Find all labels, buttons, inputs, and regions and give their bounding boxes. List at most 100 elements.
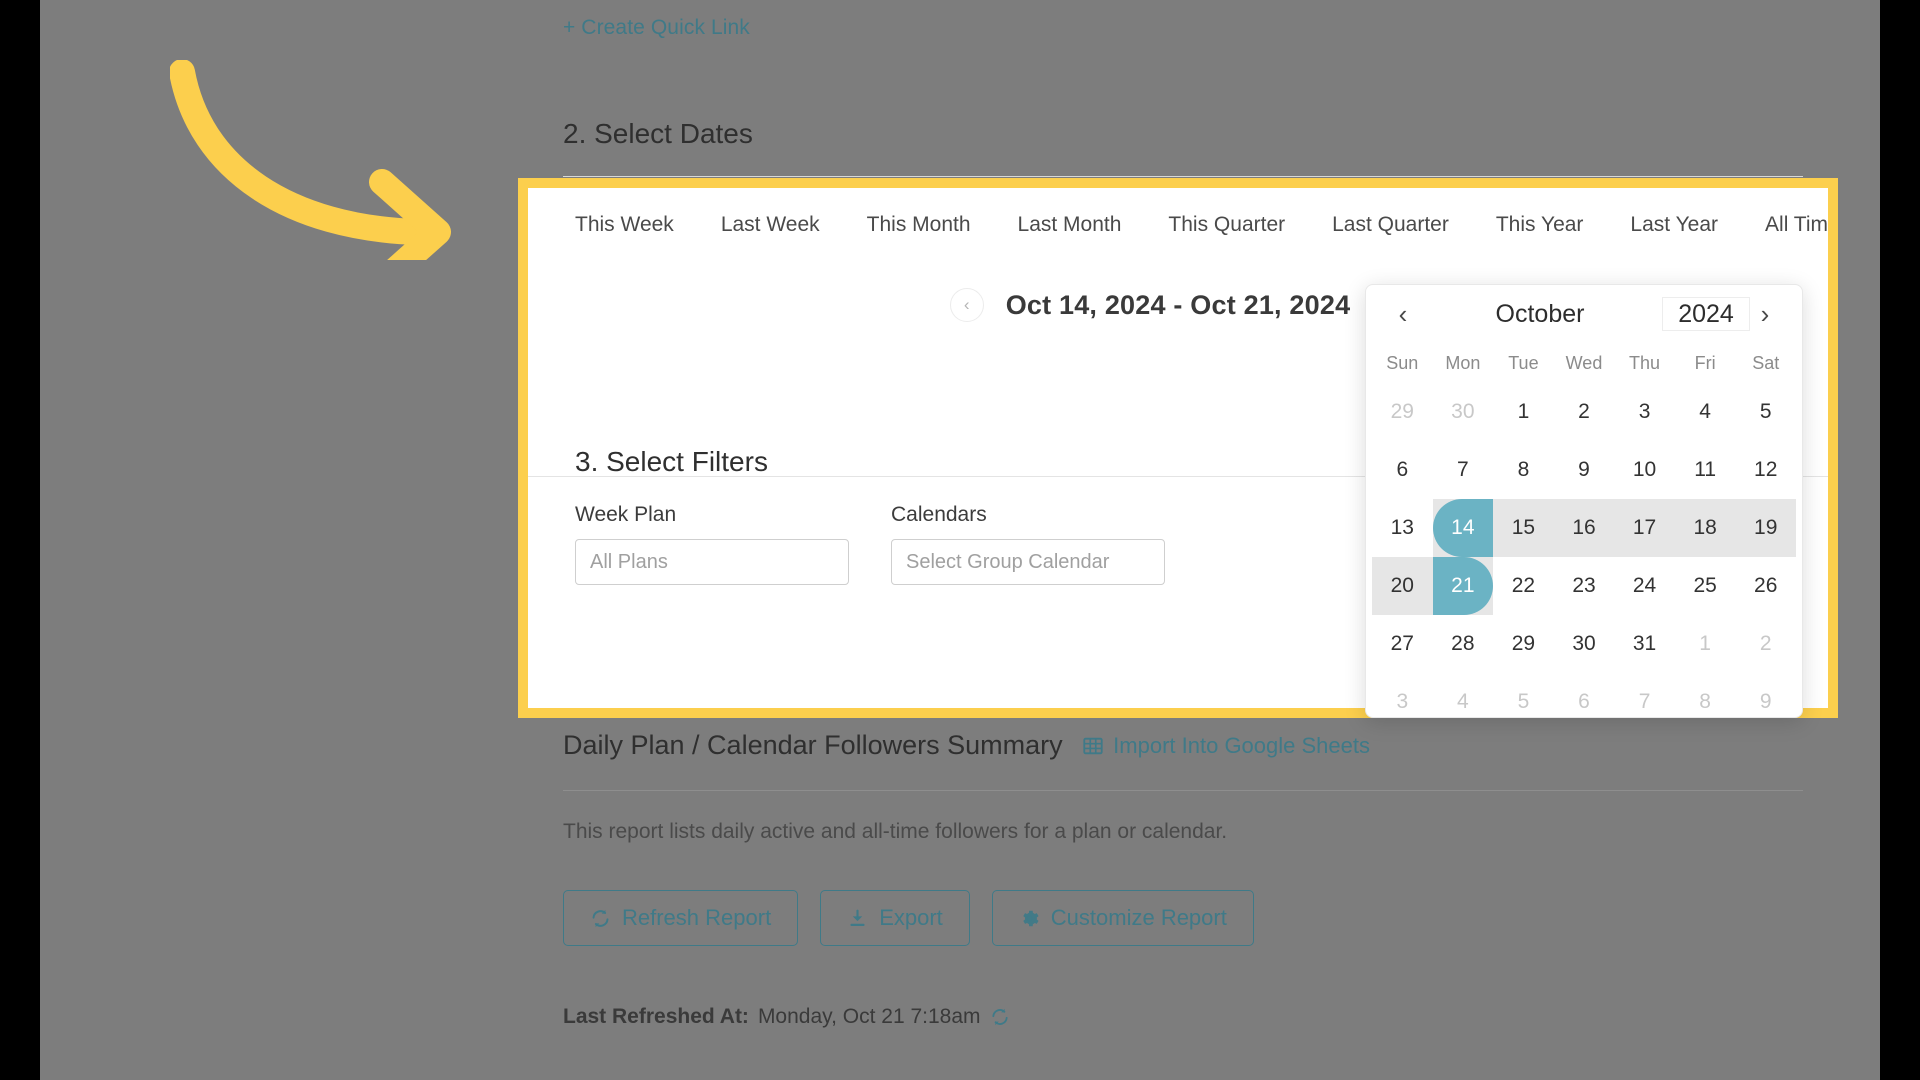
day-number[interactable]: 8 [1675,673,1736,717]
day-number[interactable]: 1 [1675,615,1736,673]
day-cell: 15 [1493,499,1554,557]
day-cell: 13 [1372,499,1433,557]
day-number[interactable]: 5 [1735,383,1796,441]
day-cell: 10 [1614,441,1675,499]
calendars-label: Calendars [891,503,987,526]
day-number[interactable]: 23 [1554,557,1615,615]
day-number[interactable]: 7 [1614,673,1675,717]
day-cell: 30 [1433,383,1494,441]
create-quick-link[interactable]: + Create Quick Link [563,16,750,40]
day-number[interactable]: 18 [1675,499,1736,557]
day-number[interactable]: 12 [1735,441,1796,499]
tab-last-year[interactable]: Last Year [1630,213,1718,237]
day-cell: 4 [1675,383,1736,441]
day-number[interactable]: 1 [1493,383,1554,441]
import-google-sheets-link[interactable]: Import Into Google Sheets [1082,733,1370,759]
day-number[interactable]: 9 [1735,673,1796,717]
weekday-sat: Sat [1752,352,1780,373]
day-number[interactable]: 11 [1675,441,1736,499]
chevron-left-icon[interactable]: ‹ [949,288,984,322]
weekday-sun: Sun [1386,352,1419,373]
day-number[interactable]: 9 [1554,441,1615,499]
tab-this-year[interactable]: This Year [1496,213,1584,237]
weekday-wed: Wed [1565,352,1603,373]
day-number[interactable]: 3 [1372,673,1433,717]
day-number[interactable]: 25 [1675,557,1736,615]
export-button[interactable]: Export [820,890,970,946]
day-number[interactable]: 14 [1433,499,1494,557]
next-month-chevron-right-icon[interactable]: › [1750,299,1780,329]
day-number[interactable]: 16 [1554,499,1615,557]
day-number[interactable]: 13 [1372,499,1433,557]
day-number[interactable]: 3 [1614,383,1675,441]
weekday-mon: Mon [1445,352,1481,373]
calendars-field: Calendars Select Group Calendar [891,503,1165,585]
day-number[interactable]: 4 [1433,673,1494,717]
day-cell: 23 [1554,557,1615,615]
day-number[interactable]: 8 [1493,441,1554,499]
tab-last-quarter[interactable]: Last Quarter [1332,213,1449,237]
day-number[interactable]: 2 [1735,615,1796,673]
day-number[interactable]: 6 [1372,441,1433,499]
customize-report-button[interactable]: Customize Report [991,890,1254,946]
refresh-report-button[interactable]: Refresh Report [563,890,799,946]
last-refreshed-label: Last Refreshed At: [563,1005,749,1028]
table-grid-icon [1082,735,1104,757]
day-number[interactable]: 31 [1614,615,1675,673]
day-number[interactable]: 29 [1372,383,1433,441]
day-number[interactable]: 24 [1614,557,1675,615]
refresh-icon[interactable] [990,1007,1010,1027]
day-number[interactable]: 15 [1493,499,1554,557]
day-number[interactable]: 19 [1735,499,1796,557]
day-number[interactable]: 29 [1493,615,1554,673]
day-number[interactable]: 20 [1372,557,1433,615]
tab-this-quarter[interactable]: This Quarter [1168,213,1285,237]
week-plan-label: Week Plan [575,503,677,526]
day-cell: 5 [1735,383,1796,441]
day-number[interactable]: 22 [1493,557,1554,615]
tab-this-week[interactable]: This Week [575,213,674,237]
calendars-input[interactable]: Select Group Calendar [891,539,1165,585]
tab-this-month[interactable]: This Month [867,213,971,237]
date-picker-year-input[interactable] [1662,297,1750,331]
select-dates-heading: 2. Select Dates [563,118,753,149]
day-cell: 12 [1735,441,1796,499]
customize-report-label: Customize Report [1050,905,1227,930]
prev-month-chevron-left-icon[interactable]: ‹ [1388,299,1418,329]
day-number[interactable]: 5 [1493,673,1554,717]
day-number[interactable]: 28 [1433,615,1494,673]
day-number[interactable]: 30 [1554,615,1615,673]
report-action-buttons: Refresh Report Export Customize Report [563,890,1254,946]
day-cell: 2 [1554,383,1615,441]
tab-all-time[interactable]: All Time [1765,213,1828,237]
day-cell: 9 [1735,673,1796,717]
date-picker-header: ‹ October › [1372,285,1796,343]
day-cell: 2 [1735,615,1796,673]
day-number[interactable]: 4 [1675,383,1736,441]
date-picker-month: October [1495,299,1585,328]
day-number[interactable]: 6 [1554,673,1615,717]
day-number[interactable]: 7 [1433,441,1494,499]
day-cell: 7 [1433,441,1494,499]
day-number[interactable]: 30 [1433,383,1494,441]
day-cell: 30 [1554,615,1615,673]
day-number[interactable]: 10 [1614,441,1675,499]
week-plan-input[interactable]: All Plans [575,539,849,585]
day-cell: 8 [1675,673,1736,717]
day-cell: 4 [1433,673,1494,717]
screenshot-root: + Create Quick Link 2. Select Dates This… [0,0,1920,1080]
day-cell: 25 [1675,557,1736,615]
day-number[interactable]: 26 [1735,557,1796,615]
report-divider [563,790,1803,791]
day-number[interactable]: 2 [1554,383,1615,441]
day-number[interactable]: 27 [1372,615,1433,673]
day-cell: 1 [1675,615,1736,673]
tab-last-week[interactable]: Last Week [721,213,820,237]
day-number[interactable]: 21 [1433,557,1494,615]
last-refreshed-value: Monday, Oct 21 7:18am [757,1005,981,1028]
tab-last-month[interactable]: Last Month [1018,213,1122,237]
weekday-thu: Thu [1629,352,1661,373]
day-number[interactable]: 17 [1614,499,1675,557]
day-cell: 26 [1735,557,1796,615]
day-cell: 29 [1493,615,1554,673]
